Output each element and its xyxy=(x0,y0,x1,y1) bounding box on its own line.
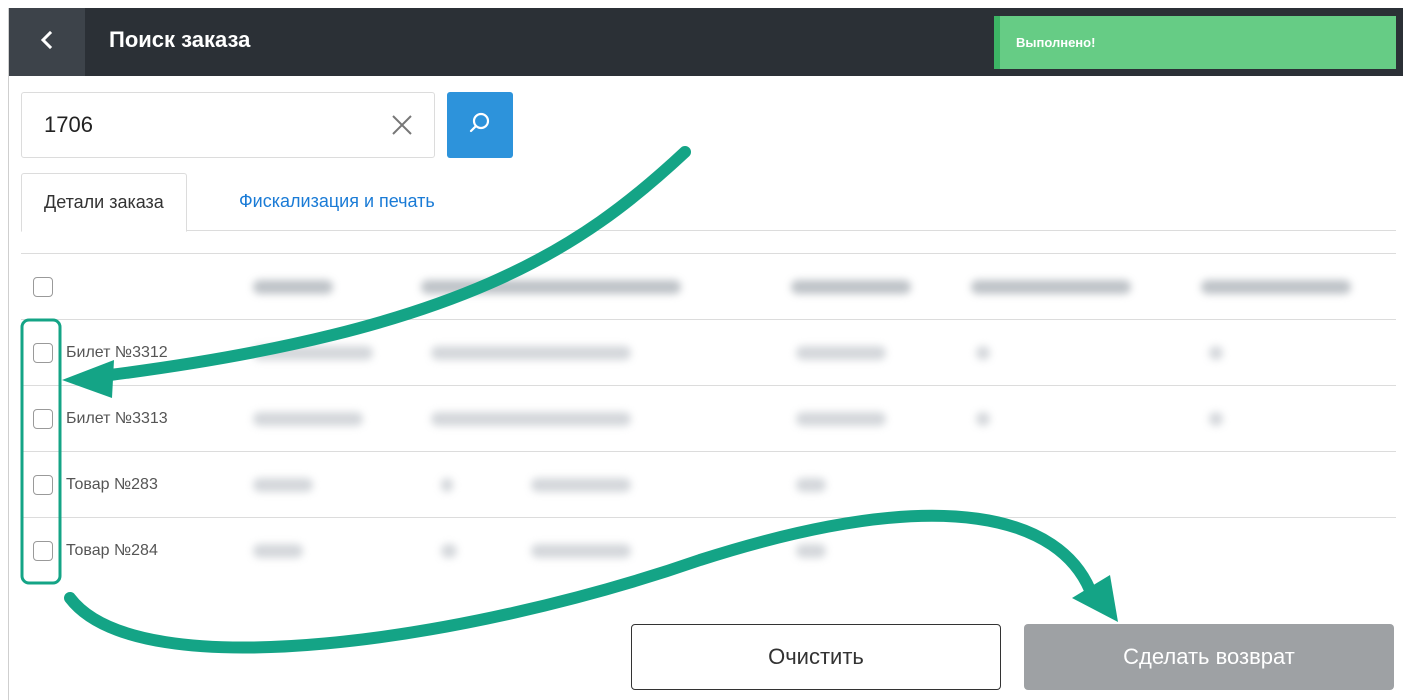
search-button[interactable] xyxy=(447,92,513,158)
blurred-column-header xyxy=(421,280,681,294)
blurred-cell xyxy=(796,544,826,558)
row-label: Товар №283 xyxy=(66,476,158,493)
blurred-cell xyxy=(796,478,826,492)
blurred-cell xyxy=(531,478,631,492)
row-checkbox[interactable] xyxy=(33,475,53,495)
blurred-cell xyxy=(253,412,363,426)
back-button[interactable] xyxy=(9,8,85,76)
clear-button[interactable]: Очистить xyxy=(631,624,1001,690)
row-label: Билет №3313 xyxy=(66,410,168,427)
blurred-cell xyxy=(1209,412,1223,426)
blurred-cell xyxy=(441,544,457,558)
chevron-left-icon xyxy=(38,30,56,54)
blurred-column-header xyxy=(971,280,1131,294)
table-row: Товар №284 xyxy=(21,517,1396,583)
blurred-cell xyxy=(253,544,303,558)
blurred-column-header xyxy=(1201,280,1351,294)
row-checkbox[interactable] xyxy=(33,541,53,561)
blurred-cell xyxy=(796,412,886,426)
blurred-cell xyxy=(796,346,886,360)
blurred-cell xyxy=(976,412,990,426)
tab-fiscalization-print[interactable]: Фискализация и печать xyxy=(217,173,457,231)
blurred-cell xyxy=(441,478,453,492)
table-row: Билет №3312 xyxy=(21,319,1396,385)
order-search-window: Поиск заказа Выполнено! 1706 Детали зака… xyxy=(8,8,1403,700)
tab-bar: Детали заказа Фискализация и печать xyxy=(21,173,1396,232)
blurred-column-header xyxy=(253,280,333,294)
blurred-cell xyxy=(976,346,990,360)
blurred-cell xyxy=(1209,346,1223,360)
order-items-table: Билет №3312 Билет №3313 Товар №283 Товар… xyxy=(21,253,1396,583)
blurred-cell xyxy=(253,478,313,492)
blurred-cell xyxy=(253,346,373,360)
success-toast: Выполнено! xyxy=(994,16,1396,69)
order-search-field[interactable]: 1706 xyxy=(21,92,435,158)
page-title: Поиск заказа xyxy=(109,27,251,52)
header-bar: Поиск заказа Выполнено! xyxy=(9,8,1403,76)
table-row: Товар №283 xyxy=(21,451,1396,517)
search-input[interactable]: 1706 xyxy=(44,93,93,157)
close-icon[interactable] xyxy=(390,113,414,137)
blurred-cell xyxy=(431,346,631,360)
search-icon xyxy=(467,110,493,141)
tab-order-details[interactable]: Детали заказа xyxy=(21,173,187,232)
row-label: Товар №284 xyxy=(66,542,158,559)
blurred-cell xyxy=(431,412,631,426)
table-row: Билет №3313 xyxy=(21,385,1396,451)
table-header-row xyxy=(21,253,1396,319)
select-all-checkbox[interactable] xyxy=(33,277,53,297)
row-checkbox[interactable] xyxy=(33,343,53,363)
blurred-column-header xyxy=(791,280,911,294)
row-checkbox[interactable] xyxy=(33,409,53,429)
make-return-button[interactable]: Сделать возврат xyxy=(1024,624,1394,690)
blurred-cell xyxy=(531,544,631,558)
row-label: Билет №3312 xyxy=(66,344,168,361)
